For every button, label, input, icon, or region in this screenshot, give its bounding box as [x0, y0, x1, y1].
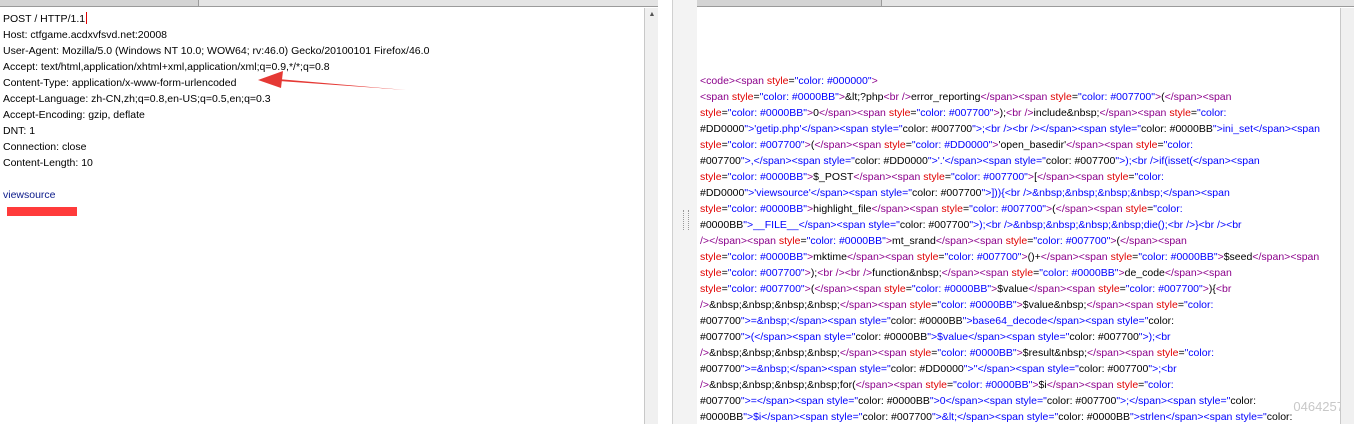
- response-line: />&nbsp;&nbsp;&nbsp;&nbsp;for(</span><sp…: [700, 379, 1174, 391]
- response-line: style="color: #007700">(</span><span sty…: [700, 283, 1232, 295]
- response-pane[interactable]: <code><span style="color: #000000"> <span…: [697, 0, 1354, 424]
- response-line: #DD0000">'getip.php'</span><span style="…: [700, 123, 1320, 135]
- response-body[interactable]: <code><span style="color: #000000"> <span…: [700, 73, 1336, 424]
- response-line: #0000BB">__FILE__</span><span style="col…: [700, 219, 1242, 231]
- response-line: <code><span style="color: #000000">: [700, 75, 878, 87]
- response-line: #007700">=</span><span style="color: #00…: [700, 395, 1257, 407]
- response-line: style="color: #0000BB">highlight_file</s…: [700, 203, 1183, 215]
- response-line: /></span><span style="color: #0000BB">mt…: [700, 235, 1187, 247]
- response-line: #0000BB">$i</span><span style="color: #0…: [700, 411, 1293, 423]
- response-line: #007700">,</span><span style="color: #DD…: [700, 155, 1260, 167]
- request-pane[interactable]: POST / HTTP/1.1 Host: ctfgame.acdxvfsvd.…: [0, 0, 658, 424]
- response-scrollbar[interactable]: [1340, 8, 1354, 424]
- response-line: />&nbsp;&nbsp;&nbsp;&nbsp;</span><span s…: [700, 347, 1214, 359]
- response-tab-hex[interactable]: [805, 0, 842, 6]
- response-tab-raw[interactable]: [697, 0, 748, 6]
- response-line: style="color: #007700">(</span><span sty…: [700, 139, 1194, 151]
- response-line: style="color: #007700">);<br /><br />fun…: [700, 267, 1232, 279]
- pane-splitter[interactable]: [672, 0, 699, 424]
- request-scrollbar[interactable]: ▲: [644, 8, 658, 424]
- response-line: style="color: #0000BB">mktime</span><spa…: [700, 251, 1320, 263]
- response-tab-html[interactable]: [841, 0, 882, 6]
- response-line: style="color: #0000BB">$_POST</span><spa…: [700, 171, 1164, 183]
- annotation-arrow-icon: [258, 71, 406, 90]
- response-line: style="color: #0000BB">0</span><span sty…: [700, 107, 1227, 119]
- response-line: #007700">(</span><span style="color: #00…: [700, 331, 1171, 343]
- scroll-up-icon[interactable]: ▲: [645, 8, 658, 21]
- response-tab-headers[interactable]: [747, 0, 806, 6]
- response-tab-strip: [697, 0, 1354, 7]
- response-line: #007700">=&nbsp;</span><span style="colo…: [700, 315, 1175, 327]
- watermark: 0464257: [1293, 399, 1344, 414]
- splitter-grip-icon[interactable]: [683, 210, 689, 230]
- response-line: <span style="color: #0000BB">&lt;?php<br…: [700, 91, 1232, 103]
- response-line: />&nbsp;&nbsp;&nbsp;&nbsp;</span><span s…: [700, 299, 1214, 311]
- response-line: #007700">=&nbsp;</span><span style="colo…: [700, 363, 1177, 375]
- response-line: #DD0000">'viewsource'</span><span style=…: [700, 187, 1230, 199]
